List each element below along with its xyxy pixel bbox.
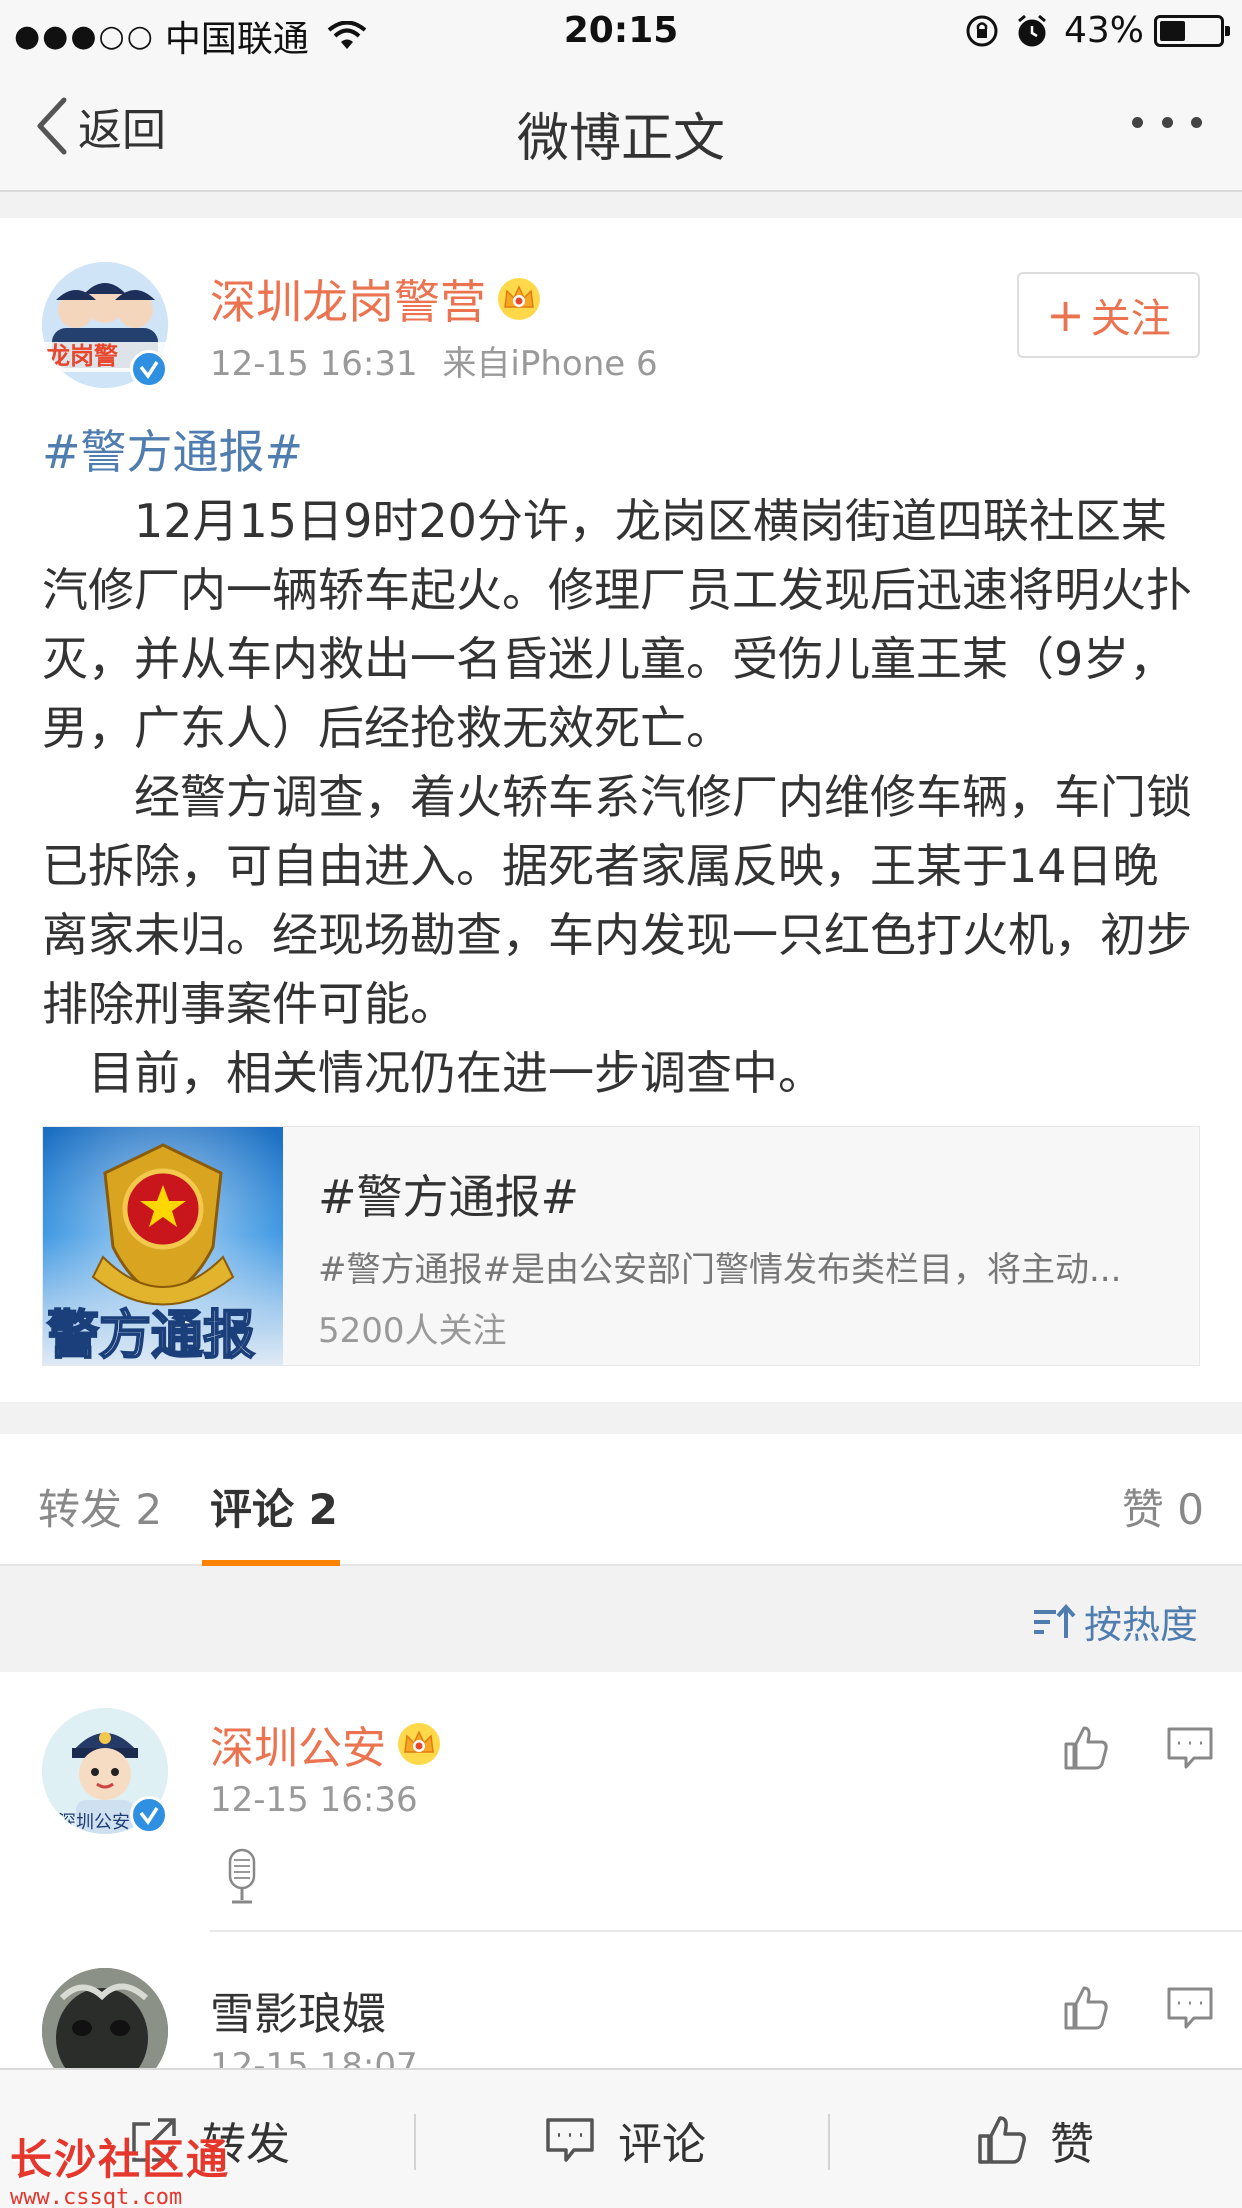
- avatar-logo-text: 龙岗警: [46, 342, 118, 370]
- alarm-icon: [1018, 14, 1046, 46]
- comment-time: 12-15 16:36: [210, 1780, 418, 1820]
- commenter-avatar[interactable]: [42, 1968, 168, 2072]
- tab-comment[interactable]: 评论 2: [210, 1476, 338, 1537]
- post-hashtag-link[interactable]: #警方通报#: [42, 418, 1202, 487]
- commenter-name-text: 深圳公安: [210, 1723, 386, 1774]
- post-card: 龙岗警 深圳龙岗警营 12-15 16:31 来自iPhone 6 + 关注 #…: [0, 218, 1242, 1402]
- more-dot-icon: [1191, 116, 1202, 128]
- more-dot-icon: [1161, 116, 1173, 128]
- plus-icon: +: [1046, 288, 1085, 342]
- topic-card[interactable]: 警方通报 #警方通报# #警方通报#是由公安部门警情发布类栏目，将主动... 5…: [42, 1126, 1200, 1366]
- author-name-text: 深圳龙岗警营: [210, 275, 486, 329]
- police-badge-image: 警方通报: [43, 1127, 283, 1365]
- commenter-name-text: 雪影琅嬛: [210, 1989, 386, 2040]
- post-time: 12-15 16:31: [210, 344, 418, 384]
- like-button[interactable]: 赞: [976, 2070, 1094, 2208]
- avatar-caption: 深圳公安: [58, 1812, 130, 1833]
- like-label: 赞: [1050, 2119, 1094, 2170]
- tab-like[interactable]: 赞 0: [1122, 1476, 1204, 1537]
- toolbar-divider: [828, 2114, 830, 2170]
- dog-photo-avatar: [42, 1968, 168, 2072]
- site-watermark: 长沙社区通 www.cssqt.com: [10, 2126, 230, 2208]
- comment-icon: [546, 2118, 594, 2162]
- commenter-name[interactable]: 深圳公安: [210, 1712, 442, 1776]
- comment-label: 评论: [618, 2119, 706, 2170]
- thumbs-up-icon: [978, 2116, 1026, 2164]
- active-tab-indicator: [202, 1560, 340, 1566]
- crown-icon: [398, 1723, 440, 1765]
- post-body: #警方通报# 12月15日9时20分许，龙岗区横岗街道四联社区某汽修厂内一辆轿车…: [42, 418, 1202, 1108]
- topic-title: #警方通报#: [318, 1170, 580, 1224]
- verified-badge-icon: [130, 350, 168, 388]
- toolbar-divider: [414, 2114, 416, 2170]
- comment-divider: [210, 1930, 1242, 1932]
- rotation-lock-icon: [966, 15, 998, 46]
- commenter-name[interactable]: 雪影琅嬛: [210, 1978, 386, 2042]
- comment-list: 深圳公安 深圳公安 12-15 16:36 雪影琅嬛 12-15 18:07: [0, 1672, 1242, 2072]
- follow-label: 关注: [1090, 296, 1171, 342]
- more-dot-icon: [1132, 116, 1143, 128]
- post-source: 来自iPhone 6: [442, 344, 658, 384]
- comment-button[interactable]: 评论: [544, 2070, 706, 2208]
- microphone-icon: [228, 1848, 256, 1904]
- follow-button[interactable]: + 关注: [1017, 272, 1200, 358]
- crown-icon: [498, 278, 540, 320]
- page-title: 微博正文: [516, 109, 725, 169]
- interaction-tabs: 转发 2 评论 2 赞 0: [0, 1434, 1242, 1566]
- comment-reply-icon[interactable]: [1166, 1986, 1214, 2030]
- post-paragraph: 经警方调查，着火轿车系汽修厂内维修车辆，车门锁已拆除，可自由进入。据死者家属反映…: [42, 770, 1192, 1031]
- sort-by-hot-button[interactable]: 按热度: [1030, 1594, 1198, 1649]
- verified-badge-icon: [130, 1796, 168, 1834]
- topic-followers: 5200人关注: [318, 1311, 507, 1351]
- topic-image-caption: 警方通报: [47, 1305, 255, 1365]
- status-bar: ●●●○○ 中国联通 20:15 43%: [0, 0, 1242, 62]
- battery-percent: 43%: [1063, 10, 1144, 51]
- sort-icon: [1033, 1603, 1076, 1638]
- navigation-bar: 返回 微博正文: [0, 62, 1242, 192]
- post-meta: 12-15 16:31 来自iPhone 6: [210, 336, 658, 385]
- sort-row: 按热度: [0, 1568, 1242, 1670]
- watermark-url: www.cssqt.com: [10, 2185, 183, 2208]
- tab-repost[interactable]: 转发 2: [38, 1476, 162, 1537]
- battery-icon: [1154, 14, 1230, 47]
- thumbs-up-icon[interactable]: [1062, 1724, 1110, 1772]
- topic-description: #警方通报#是由公安部门警情发布类栏目，将主动...: [318, 1250, 1122, 1290]
- author-name[interactable]: 深圳龙岗警营: [210, 266, 542, 332]
- more-options-button[interactable]: [1132, 114, 1202, 130]
- watermark-title: 长沙社区通: [10, 2135, 231, 2184]
- sort-label: 按热度: [1083, 1603, 1198, 1647]
- post-paragraph: 目前，相关情况仍在进一步调查中。: [42, 1046, 824, 1100]
- post-paragraph: 12月15日9时20分许，龙岗区横岗街道四联社区某汽修厂内一辆轿车起火。修理厂员…: [42, 494, 1192, 755]
- comment-reply-icon[interactable]: [1166, 1726, 1214, 1770]
- battery-fill: [1160, 20, 1185, 41]
- thumbs-up-icon[interactable]: [1062, 1984, 1110, 2032]
